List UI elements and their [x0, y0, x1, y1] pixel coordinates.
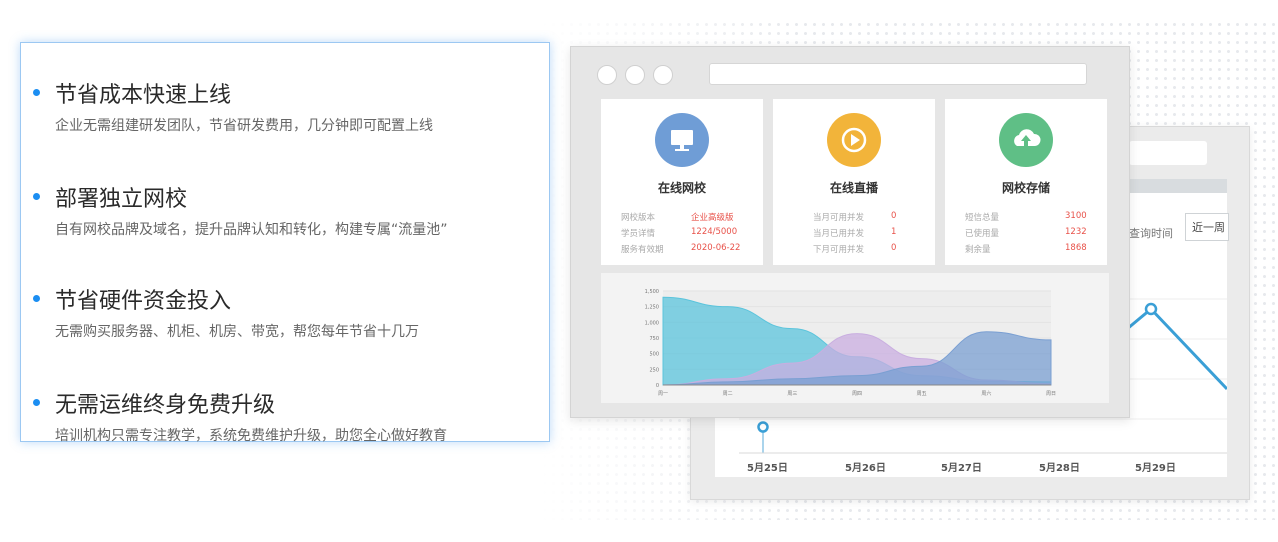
- area-chart-panel: 1,500 1,250 1,000 750 500 250 0 周一 周二 周三 周四 周五 周六 周日: [601, 273, 1109, 403]
- card-row: 网校版本 企业高级版: [621, 213, 734, 223]
- x-tick-label: 周日: [1046, 391, 1056, 397]
- window-control-button[interactable]: [597, 65, 617, 85]
- y-tick-label: 250: [649, 367, 659, 373]
- feature-title: 部署独立网校: [55, 187, 188, 212]
- feature-desc: 培训机构只需专注教学，系统免费维护升级，助您全心做好教育: [55, 428, 447, 444]
- card-row: 下月可用并发 0: [813, 243, 897, 255]
- feature-desc: 自有网校品牌及域名，提升品牌认知和转化，构建专属“流量池”: [55, 222, 448, 238]
- y-tick-label: 0: [656, 383, 659, 389]
- x-tick-label: 周四: [852, 391, 862, 397]
- bullet-dot: [33, 89, 40, 96]
- x-tick-label: 周六: [981, 390, 991, 397]
- card-row: 当月可用并发 0: [813, 211, 897, 223]
- area-chart: 1,500 1,250 1,000 750 500 250 0 周一 周二 周三 周四 周五 周六 周日: [645, 289, 1056, 397]
- stat-card-storage: 网校存储 短信总量 3100 已使用量 1232 剩余量 1868: [945, 99, 1107, 265]
- card-row: 当月已用并发 1: [813, 227, 897, 239]
- bullet-dot: [33, 399, 40, 406]
- feature-card: 节省成本快速上线 企业无需组建研发团队，节省研发费用，几分钟即可配置上线 部署独…: [20, 42, 550, 444]
- monitor-icon: [655, 113, 709, 167]
- card-title: 在线网校: [657, 181, 706, 195]
- line-point: [1144, 302, 1158, 316]
- card-row: 已使用量 1232: [965, 227, 1087, 239]
- y-tick-label: 500: [649, 352, 659, 358]
- x-tick-label: 5月29日: [1135, 463, 1176, 474]
- x-tick-label: 周三: [787, 391, 797, 397]
- x-tick-label: 周二: [723, 391, 733, 397]
- card-row: 服务有效期 2020-06-22: [621, 243, 741, 255]
- feature-title: 节省成本快速上线: [55, 83, 232, 108]
- bullet-dot: [33, 295, 40, 302]
- feature-desc: 企业无需组建研发团队，节省研发费用，几分钟即可配置上线: [55, 118, 433, 134]
- stat-card-live: 在线直播 当月可用并发 0 当月已用并发 1 下月可用并发 0: [773, 99, 935, 265]
- feature-desc: 无需购买服务器、机柜、机房、带宽，帮您每年节省十几万: [55, 324, 419, 340]
- x-tick-label: 5月27日: [941, 463, 982, 474]
- card-title: 在线直播: [829, 181, 878, 195]
- x-tick-label: 周五: [917, 391, 927, 397]
- bullet-dot: [33, 193, 40, 200]
- play-icon: [827, 113, 881, 167]
- x-tick-label: 周一: [658, 391, 668, 397]
- card-row: 剩余量 1868: [965, 243, 1087, 255]
- window-control-button[interactable]: [653, 65, 673, 85]
- feature-title: 节省硬件资金投入: [55, 289, 232, 314]
- front-browser-window: 在线网校 网校版本 企业高级版 学员详情 1224/5000 服务有效期 2020-0…: [570, 46, 1130, 418]
- y-tick-label: 1,500: [645, 289, 659, 295]
- back-url-bar: [1129, 141, 1207, 165]
- x-tick-label: 5月28日: [1039, 463, 1080, 474]
- y-tick-label: 1,000: [645, 320, 659, 326]
- card-row: 短信总量 3100: [965, 211, 1087, 223]
- x-tick-label: 5月25日: [747, 463, 788, 474]
- card-title: 网校存储: [1001, 181, 1050, 195]
- x-tick-label: 5月26日: [845, 463, 886, 474]
- cloud-upload-icon: [999, 113, 1053, 167]
- line-series: [1114, 306, 1227, 391]
- url-bar[interactable]: [709, 63, 1087, 85]
- stat-card-online-school: 在线网校 网校版本 企业高级版 学员详情 1224/5000 服务有效期 2020-0…: [601, 99, 763, 265]
- window-control-button[interactable]: [625, 65, 645, 85]
- line-point: [757, 421, 769, 433]
- y-tick-label: 1,250: [645, 305, 659, 311]
- card-row: 学员详情 1224/5000: [621, 227, 738, 239]
- y-tick-label: 750: [649, 336, 659, 342]
- feature-title: 无需运维终身免费升级: [55, 393, 276, 418]
